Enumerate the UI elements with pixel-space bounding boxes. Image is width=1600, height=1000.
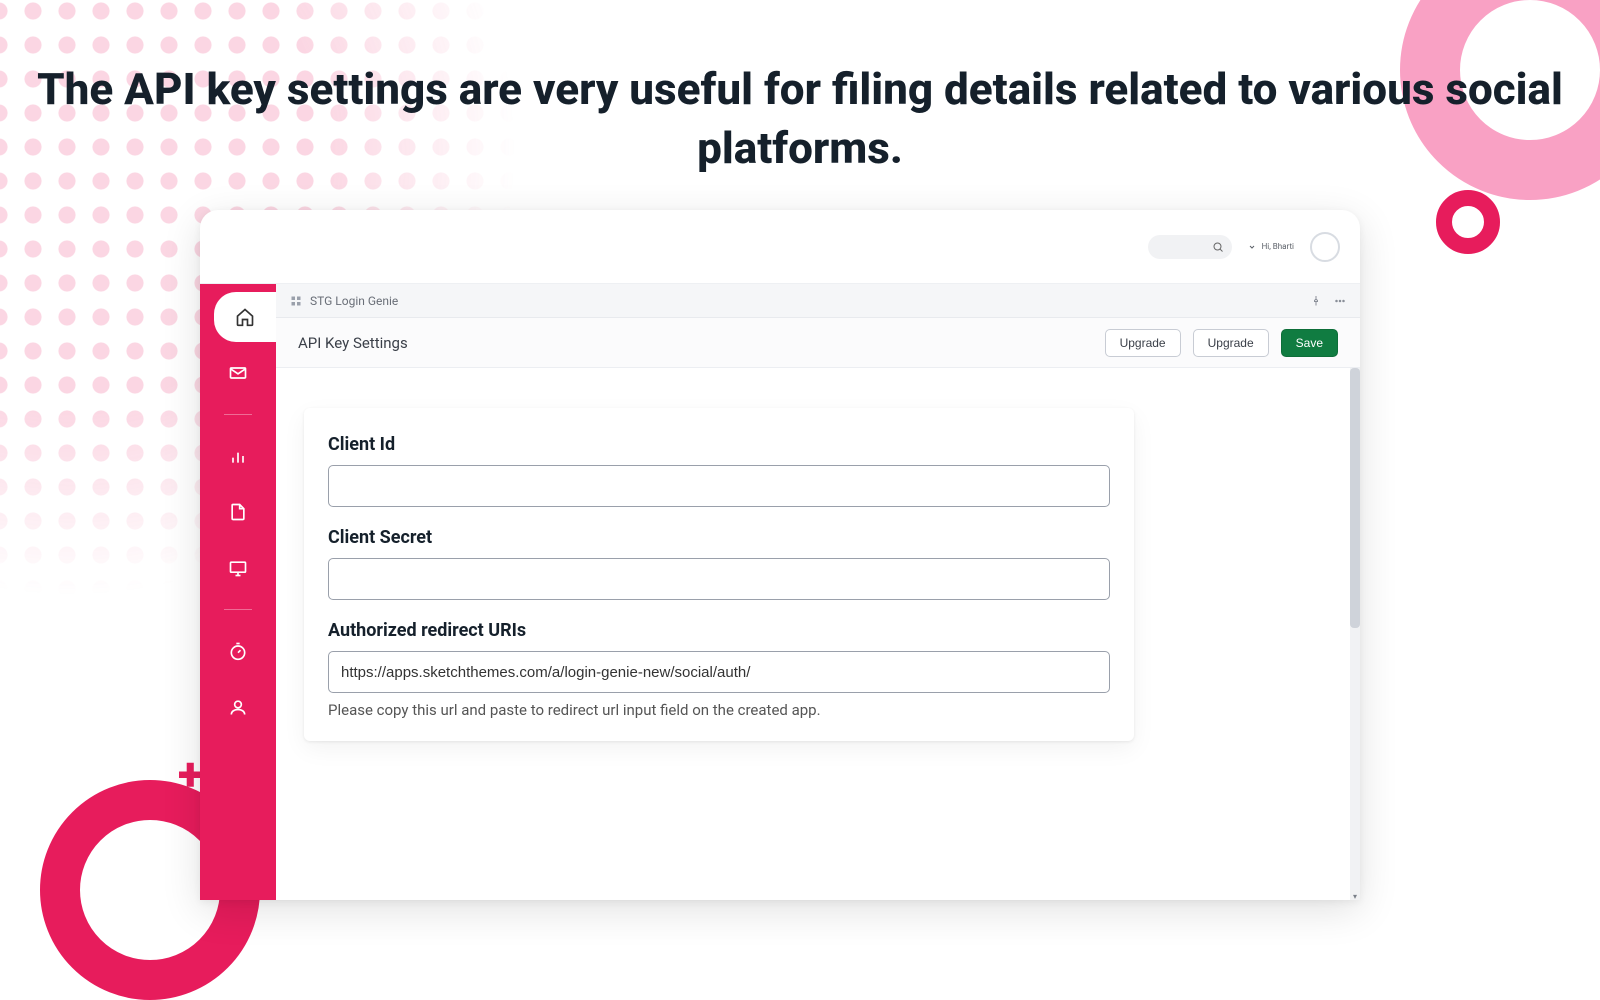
file-icon — [228, 502, 248, 522]
scrollbar-thumb[interactable] — [1350, 368, 1360, 628]
search-icon — [1212, 241, 1224, 253]
redirect-uri-input[interactable] — [328, 651, 1110, 693]
breadcrumb-bar: STG Login Genie — [276, 284, 1360, 318]
sidebar-item-files[interactable] — [213, 487, 263, 537]
redirect-uri-label: Authorized redirect URIs — [328, 620, 1110, 641]
sidebar-item-desktop[interactable] — [213, 543, 263, 593]
stopwatch-icon — [228, 641, 248, 661]
main-panel: STG Login Genie API Key Settings Upgrade… — [276, 284, 1360, 900]
home-icon — [235, 307, 255, 327]
client-id-label: Client Id — [328, 434, 1110, 455]
sidebar-item-timer[interactable] — [213, 626, 263, 676]
scroll-down-arrow[interactable]: ▾ — [1351, 892, 1359, 900]
redirect-uri-hint: Please copy this url and paste to redire… — [328, 701, 1110, 719]
page-headline: The API key settings are very useful for… — [0, 60, 1600, 179]
scrollbar-track[interactable]: ▴ ▾ — [1350, 368, 1360, 900]
search-input[interactable] — [1148, 235, 1232, 259]
pin-icon[interactable] — [1310, 295, 1322, 307]
app-window: Hi, Bharti — [200, 210, 1360, 900]
more-icon[interactable] — [1334, 295, 1346, 307]
monitor-icon — [228, 558, 248, 578]
section-header: API Key Settings Upgrade Upgrade Save — [276, 318, 1360, 368]
decorative-ring-red-small — [1436, 190, 1500, 254]
avatar[interactable] — [1310, 232, 1340, 262]
breadcrumb-text: STG Login Genie — [310, 294, 398, 308]
sidebar-separator — [224, 609, 252, 610]
user-icon — [228, 697, 248, 717]
upgrade-button-secondary[interactable]: Upgrade — [1193, 329, 1269, 357]
save-button[interactable]: Save — [1281, 329, 1338, 357]
section-title: API Key Settings — [298, 334, 408, 352]
user-menu[interactable]: Hi, Bharti — [1248, 242, 1294, 251]
user-greeting: Hi, Bharti — [1262, 242, 1294, 251]
client-id-input[interactable] — [328, 465, 1110, 507]
sidebar-item-inbox[interactable] — [213, 348, 263, 398]
sidebar-item-analytics[interactable] — [213, 431, 263, 481]
sidebar — [200, 284, 276, 900]
topbar: Hi, Bharti — [200, 210, 1360, 284]
client-secret-input[interactable] — [328, 558, 1110, 600]
settings-card: Client Id Client Secret Authorized redir… — [304, 408, 1134, 741]
grid-icon — [290, 295, 302, 307]
envelope-icon — [228, 363, 248, 383]
sidebar-item-user[interactable] — [213, 682, 263, 732]
decorative-plus-icon: + — [178, 752, 203, 798]
sidebar-separator — [224, 414, 252, 415]
chevron-down-icon — [1248, 243, 1256, 251]
client-secret-label: Client Secret — [328, 527, 1110, 548]
upgrade-button[interactable]: Upgrade — [1105, 329, 1181, 357]
sidebar-item-home[interactable] — [214, 292, 276, 342]
content-area: ▴ ▾ Client Id Client Secret Authorized r… — [276, 368, 1360, 900]
bar-chart-icon — [228, 446, 248, 466]
